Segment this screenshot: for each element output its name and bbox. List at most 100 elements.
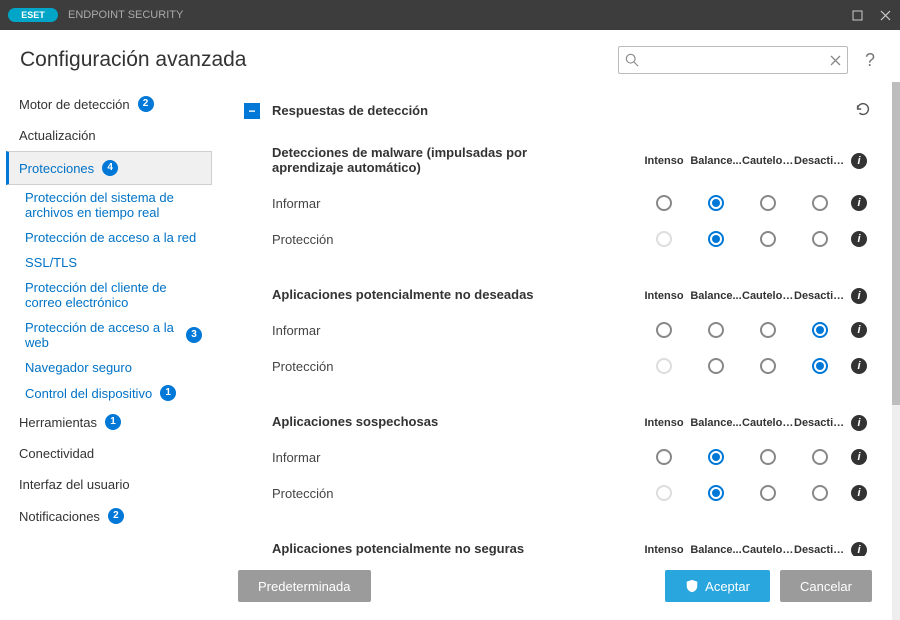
sidebar-item-label: SSL/TLS bbox=[25, 255, 77, 270]
settings-group: Aplicaciones potencialmente no deseadasI… bbox=[244, 279, 872, 384]
group-title: Detecciones de malware (impulsadas por a… bbox=[272, 137, 592, 185]
sidebar-item-label: Conectividad bbox=[19, 446, 94, 461]
sidebar-item-10[interactable]: Herramientas1 bbox=[6, 406, 212, 438]
radio-option bbox=[656, 485, 672, 501]
settings-row: Proteccióni bbox=[272, 475, 872, 511]
row-label: Protección bbox=[272, 232, 592, 247]
column-header: Balance... bbox=[690, 544, 742, 556]
page-title: Configuración avanzada bbox=[20, 48, 247, 72]
sidebar-item-2[interactable]: Protecciones4 bbox=[6, 151, 212, 185]
radio-option[interactable] bbox=[656, 322, 672, 338]
info-icon[interactable]: i bbox=[851, 542, 867, 557]
clear-search-icon[interactable] bbox=[830, 55, 841, 66]
sidebar-item-label: Interfaz del usuario bbox=[19, 477, 130, 492]
sidebar-item-label: Notificaciones bbox=[19, 509, 100, 524]
group-title: Aplicaciones potencialmente no seguras bbox=[272, 533, 524, 556]
radio-option[interactable] bbox=[760, 195, 776, 211]
row-label: Informar bbox=[272, 450, 592, 465]
row-label: Informar bbox=[272, 196, 592, 211]
radio-option[interactable] bbox=[708, 322, 724, 338]
sidebar-item-11[interactable]: Conectividad bbox=[6, 438, 212, 469]
sidebar-item-label: Protección de acceso a la web bbox=[25, 320, 178, 350]
panel-title: Respuestas de detección bbox=[272, 103, 428, 118]
sidebar-item-3[interactable]: Protección del sistema de archivos en ti… bbox=[6, 185, 212, 225]
sidebar-item-1[interactable]: Actualización bbox=[6, 120, 212, 151]
cancel-button[interactable]: Cancelar bbox=[780, 570, 872, 602]
column-header: Desactiv... bbox=[794, 417, 846, 429]
help-button[interactable]: ? bbox=[860, 50, 880, 71]
group-title: Aplicaciones potencialmente no deseadas bbox=[272, 279, 534, 312]
sidebar-badge: 2 bbox=[138, 96, 154, 112]
radio-option[interactable] bbox=[708, 231, 724, 247]
radio-option[interactable] bbox=[812, 485, 828, 501]
info-icon[interactable]: i bbox=[851, 231, 867, 247]
window-close-button[interactable] bbox=[878, 8, 892, 22]
settings-group: Aplicaciones potencialmente no seguras In… bbox=[244, 533, 872, 556]
svg-text:ESET: ESET bbox=[21, 10, 45, 20]
radio-option[interactable] bbox=[656, 195, 672, 211]
search-input[interactable] bbox=[645, 53, 824, 68]
settings-row: Informari bbox=[272, 312, 872, 348]
settings-row: Protección i bbox=[272, 221, 872, 257]
sidebar-item-13[interactable]: Notificaciones 2 bbox=[6, 500, 212, 532]
info-icon[interactable]: i bbox=[851, 153, 867, 169]
sidebar-item-4[interactable]: Protección de acceso a la red bbox=[6, 225, 212, 250]
radio-option[interactable] bbox=[708, 485, 724, 501]
radio-option[interactable] bbox=[760, 485, 776, 501]
default-button[interactable]: Predeterminada bbox=[238, 570, 371, 602]
column-header: Intenso bbox=[638, 544, 690, 556]
radio-option[interactable] bbox=[708, 195, 724, 211]
brand-logo: ESET ENDPOINT SECURITY bbox=[8, 8, 183, 22]
radio-option[interactable] bbox=[708, 358, 724, 374]
sidebar-item-9[interactable]: Control del dispositivo1 bbox=[6, 380, 212, 406]
column-header: Desactiv... bbox=[794, 290, 846, 302]
sidebar-item-0[interactable]: Motor de detección2 bbox=[6, 88, 212, 120]
info-icon[interactable]: i bbox=[851, 449, 867, 465]
sidebar-item-label: Actualización bbox=[19, 128, 96, 143]
info-icon[interactable]: i bbox=[851, 288, 867, 304]
settings-row: Informar i bbox=[272, 439, 872, 475]
info-icon[interactable]: i bbox=[851, 415, 867, 431]
scrollbar-track[interactable] bbox=[892, 82, 900, 620]
row-label: Protección bbox=[272, 359, 592, 374]
window-titlebar: ESET ENDPOINT SECURITY bbox=[0, 0, 900, 30]
column-header: Desactiv... bbox=[794, 544, 846, 556]
radio-option[interactable] bbox=[812, 231, 828, 247]
radio-option[interactable] bbox=[812, 449, 828, 465]
collapse-toggle[interactable]: − bbox=[244, 103, 260, 119]
info-icon[interactable]: i bbox=[851, 322, 867, 338]
scrollbar-thumb[interactable] bbox=[892, 82, 900, 405]
sidebar-item-8[interactable]: Navegador seguro bbox=[6, 355, 212, 380]
sidebar-item-12[interactable]: Interfaz del usuario bbox=[6, 469, 212, 500]
radio-option[interactable] bbox=[812, 195, 828, 211]
radio-option[interactable] bbox=[708, 449, 724, 465]
radio-option[interactable] bbox=[812, 358, 828, 374]
revert-button[interactable] bbox=[854, 100, 872, 121]
radio-option[interactable] bbox=[760, 231, 776, 247]
window-maximize-button[interactable] bbox=[850, 8, 864, 22]
radio-option[interactable] bbox=[760, 322, 776, 338]
settings-group: Aplicaciones sospechosasIntensoBalance..… bbox=[244, 406, 872, 511]
radio-option[interactable] bbox=[760, 449, 776, 465]
radio-option[interactable] bbox=[656, 449, 672, 465]
radio-option bbox=[656, 231, 672, 247]
accept-button[interactable]: Aceptar bbox=[665, 570, 770, 602]
sidebar-badge: 4 bbox=[102, 160, 118, 176]
product-name: ENDPOINT SECURITY bbox=[68, 9, 183, 21]
info-icon[interactable]: i bbox=[851, 485, 867, 501]
sidebar-badge: 3 bbox=[186, 327, 202, 343]
radio-option[interactable] bbox=[760, 358, 776, 374]
radio-option[interactable] bbox=[812, 322, 828, 338]
info-icon[interactable]: i bbox=[851, 358, 867, 374]
search-box[interactable] bbox=[618, 46, 848, 74]
info-icon[interactable]: i bbox=[851, 195, 867, 211]
sidebar-item-7[interactable]: Protección de acceso a la web 3 bbox=[6, 315, 212, 355]
column-header: Desactiv... bbox=[794, 155, 846, 167]
sidebar-item-6[interactable]: Protección del cliente de correo electró… bbox=[6, 275, 212, 315]
sidebar-item-5[interactable]: SSL/TLS bbox=[6, 250, 212, 275]
column-header: Cauteloso bbox=[742, 417, 794, 429]
sidebar-badge: 2 bbox=[108, 508, 124, 524]
sidebar-badge: 1 bbox=[105, 414, 121, 430]
sidebar-nav: Motor de detección2 Actualización Protecci… bbox=[0, 82, 218, 620]
sidebar-item-label: Navegador seguro bbox=[25, 360, 132, 375]
